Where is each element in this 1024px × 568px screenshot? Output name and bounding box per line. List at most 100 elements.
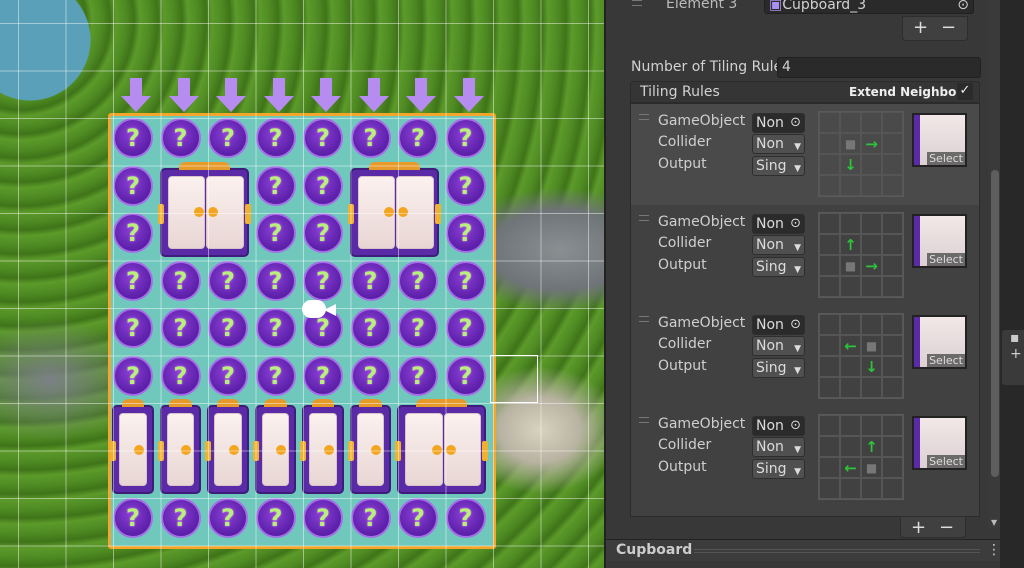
select-button[interactable]: Select [927, 152, 965, 165]
neighbor-cell[interactable] [861, 234, 882, 255]
drag-handle[interactable] [639, 316, 649, 322]
neighbor-cell[interactable] [861, 213, 882, 234]
neighbor-cell[interactable] [882, 234, 903, 255]
neighbor-cell[interactable] [819, 335, 840, 356]
add-element-button[interactable]: + [913, 17, 928, 38]
neighbor-cell[interactable] [882, 255, 903, 276]
neighbor-cell[interactable] [819, 314, 840, 335]
mystery-orb-tile[interactable]: ? [445, 260, 486, 301]
neighbor-cell[interactable] [861, 314, 882, 335]
sprite-thumbnail[interactable]: Select [912, 214, 967, 268]
neighbor-cell[interactable] [819, 276, 840, 297]
select-button[interactable]: Select [927, 354, 965, 367]
mystery-orb-tile[interactable]: ? [160, 118, 201, 158]
mystery-orb-tile[interactable]: ? [398, 118, 438, 158]
collider-dropdown[interactable]: Non ▼ [752, 336, 805, 356]
tiling-rules-header[interactable]: Tiling Rules Extend Neighbor ✓ [630, 81, 980, 103]
mystery-orb-tile[interactable]: ? [398, 308, 438, 348]
neighbor-cell[interactable] [882, 276, 903, 297]
neighbor-cell[interactable]: ■ [861, 457, 882, 478]
mystery-orb-tile[interactable]: ? [113, 260, 153, 301]
neighbor-cell[interactable] [840, 112, 861, 133]
sprite-thumbnail[interactable]: Select [912, 113, 967, 167]
cupboard-tile[interactable] [347, 399, 391, 494]
cupboard-tile[interactable] [300, 399, 344, 494]
neighbor-cell[interactable]: ↓ [840, 154, 861, 175]
mystery-orb-tile[interactable]: ? [113, 498, 153, 538]
neighbor-cell[interactable] [861, 154, 882, 175]
output-dropdown[interactable]: Sing ▼ [752, 156, 805, 176]
neighbor-cell[interactable] [819, 356, 840, 377]
mystery-orb-tile[interactable]: ? [113, 355, 153, 396]
mystery-orb-tile[interactable]: ? [445, 165, 486, 206]
mystery-orb-tile[interactable]: ? [255, 355, 296, 396]
neighbor-cell[interactable] [840, 314, 861, 335]
neighbor-grid[interactable]: ← ■ ↓ [818, 313, 904, 399]
neighbor-cell[interactable] [840, 213, 861, 234]
mystery-orb-tile[interactable]: ? [113, 118, 153, 158]
neighbor-cell[interactable] [840, 356, 861, 377]
neighbor-cell[interactable] [861, 478, 882, 499]
gameobject-field[interactable]: Non ⊙ [752, 416, 805, 436]
output-dropdown[interactable]: Sing ▼ [752, 459, 805, 479]
sprite-thumbnail[interactable]: Select [912, 315, 967, 369]
neighbor-cell[interactable]: ← [840, 457, 861, 478]
drag-handle[interactable] [639, 114, 649, 120]
neighbor-cell[interactable] [882, 175, 903, 196]
more-options-icon[interactable]: ⋮ [987, 542, 1001, 558]
neighbor-cell[interactable] [819, 213, 840, 234]
mystery-orb-tile[interactable]: ? [160, 308, 201, 348]
camera-icon[interactable] [300, 292, 338, 320]
neighbor-cell[interactable] [882, 112, 903, 133]
mystery-orb-tile[interactable]: ? [303, 165, 343, 206]
neighbor-grid[interactable]: ↑ ← ■ [818, 414, 904, 500]
gameobject-field[interactable]: Non ⊙ [752, 113, 805, 133]
neighbor-grid[interactable]: ↑ ■ → [818, 212, 904, 298]
neighbor-cell[interactable] [840, 478, 861, 499]
mystery-orb-tile[interactable]: ? [208, 308, 248, 348]
neighbor-cell[interactable] [819, 415, 840, 436]
neighbor-cell[interactable]: ↑ [861, 436, 882, 457]
neighbor-cell[interactable]: ↓ [861, 356, 882, 377]
neighbor-cell[interactable] [882, 213, 903, 234]
num-rules-field[interactable]: 4 [777, 57, 981, 78]
mystery-orb-tile[interactable]: ? [255, 165, 296, 206]
neighbor-cell[interactable] [819, 457, 840, 478]
scrollbar-thumb[interactable] [991, 170, 999, 477]
mystery-orb-tile[interactable]: ? [303, 355, 343, 396]
remove-element-button[interactable]: − [941, 17, 956, 38]
gameobject-field[interactable]: Non ⊙ [752, 315, 805, 335]
mystery-orb-tile[interactable]: ? [398, 498, 438, 538]
mystery-orb-tile[interactable]: ? [255, 260, 296, 301]
drag-handle[interactable] [632, 0, 642, 6]
neighbor-cell[interactable] [882, 314, 903, 335]
neighbor-cell[interactable] [882, 415, 903, 436]
neighbor-cell[interactable] [819, 377, 840, 398]
mystery-orb-tile[interactable]: ? [350, 498, 391, 538]
mystery-orb-tile[interactable]: ? [208, 355, 248, 396]
neighbor-cell[interactable] [840, 415, 861, 436]
mystery-orb-tile[interactable]: ? [445, 498, 486, 538]
add-rule-button[interactable]: + [911, 517, 926, 538]
neighbor-cell[interactable] [819, 478, 840, 499]
drag-handle[interactable] [639, 417, 649, 423]
output-dropdown[interactable]: Sing ▼ [752, 358, 805, 378]
collider-dropdown[interactable]: Non ▼ [752, 437, 805, 457]
cupboard-section-header[interactable]: Cupboard ⋮ [606, 539, 1001, 561]
neighbor-cell[interactable] [840, 377, 861, 398]
neighbor-cell[interactable] [819, 436, 840, 457]
neighbor-cell[interactable] [882, 377, 903, 398]
neighbor-cell[interactable] [840, 436, 861, 457]
neighbor-cell[interactable] [861, 175, 882, 196]
collider-dropdown[interactable]: Non ▼ [752, 134, 805, 154]
object-picker-icon[interactable]: ⊙ [790, 417, 801, 435]
mystery-orb-tile[interactable]: ? [303, 213, 343, 253]
neighbor-cell[interactable] [819, 133, 840, 154]
scene-view[interactable]: ????????????????????????????????????????… [0, 0, 604, 568]
neighbor-cell[interactable]: ↑ [840, 234, 861, 255]
mystery-orb-tile[interactable]: ? [160, 355, 201, 396]
drag-handle[interactable] [639, 215, 649, 221]
overlay-toolbar[interactable]: ▪ + [1002, 330, 1024, 385]
mystery-orb-tile[interactable]: ? [398, 355, 438, 396]
mystery-orb-tile[interactable]: ? [350, 308, 391, 348]
